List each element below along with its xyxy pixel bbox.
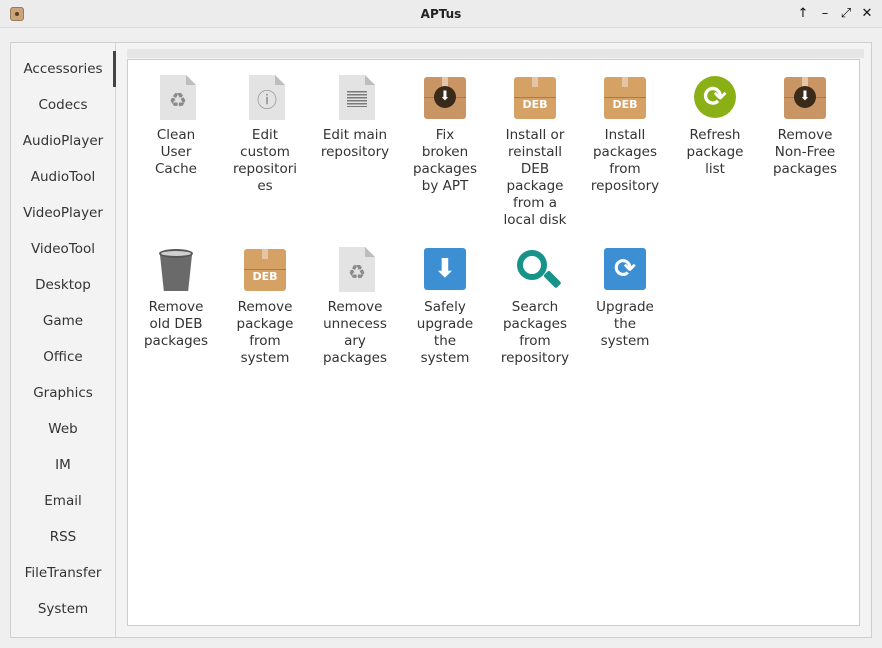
tools-panel: ♻ Clean User Cache ⓘ Edit custom reposit… — [127, 59, 860, 626]
sidebar-item-desktop[interactable]: Desktop — [11, 267, 115, 303]
info-file-icon: ⓘ — [243, 75, 287, 120]
sidebar-item-videoplayer[interactable]: VideoPlayer — [11, 195, 115, 231]
sidebar-item-codecs[interactable]: Codecs — [11, 87, 115, 123]
deb-package-icon: DEB — [243, 247, 287, 291]
sidebar-item-accessories[interactable]: Accessories — [11, 51, 116, 87]
tool-edit-custom-repositories[interactable]: ⓘ Edit custom repositori es — [220, 75, 310, 195]
tool-label: Fix broken packages by APT — [412, 127, 478, 194]
minimize-button[interactable]: – — [815, 4, 835, 24]
tool-remove-non-free[interactable]: ⬇ Remove Non-Free packages — [760, 75, 850, 178]
tool-label: Install packages from repository — [590, 127, 660, 194]
package-download-icon: ⬇ — [423, 75, 467, 119]
deb-package-icon: DEB — [603, 75, 647, 119]
tool-label: Edit main repository — [320, 127, 390, 160]
recycle-file-icon: ♻ — [333, 247, 377, 292]
sidebar-item-im[interactable]: IM — [11, 447, 115, 483]
sidebar-item-graphics[interactable]: Graphics — [11, 375, 115, 411]
maximize-button[interactable]: ⤢ — [836, 4, 856, 24]
tool-clean-user-cache[interactable]: ♻ Clean User Cache — [131, 75, 221, 178]
tool-label: Refresh package list — [686, 127, 744, 177]
sidebar-divider — [115, 43, 116, 637]
download-arrow-icon: ⬇ — [423, 247, 467, 291]
tool-label: Remove old DEB packages — [143, 299, 209, 349]
tool-fix-broken-packages[interactable]: ⬇ Fix broken packages by APT — [400, 75, 490, 195]
sidebar-item-system[interactable]: System — [11, 591, 115, 627]
deb-package-icon: DEB — [513, 75, 557, 119]
tool-install-deb-local[interactable]: DEB Install or reinstall DEB package fro… — [490, 75, 580, 229]
sidebar-item-videotool[interactable]: VideoTool — [11, 231, 115, 267]
tool-remove-unnecessary[interactable]: ♻ Remove unnecess ary packages — [310, 247, 400, 367]
category-sidebar: Accessories Codecs AudioPlayer AudioTool… — [11, 51, 116, 637]
text-file-icon — [333, 75, 377, 120]
tool-upgrade-system[interactable]: ⟳ Upgrade the system — [580, 247, 670, 350]
window-title: APTus — [420, 7, 462, 21]
keep-above-button[interactable]: ↑ — [793, 4, 813, 24]
tool-search-packages[interactable]: Search packages from repository — [490, 247, 580, 367]
sidebar-item-office[interactable]: Office — [11, 339, 115, 375]
sidebar-item-rss[interactable]: RSS — [11, 519, 115, 555]
trash-icon — [154, 247, 198, 291]
tool-safely-upgrade[interactable]: ⬇ Safely upgrade the system — [400, 247, 490, 367]
sync-icon: ⟳ — [603, 247, 647, 291]
sidebar-item-web[interactable]: Web — [11, 411, 115, 447]
close-button[interactable]: ✕ — [857, 4, 877, 24]
tool-label: Search packages from repository — [500, 299, 570, 366]
tool-install-packages-repository[interactable]: DEB Install packages from repository — [580, 75, 670, 195]
search-icon — [513, 247, 562, 291]
tool-label: Edit custom repositori es — [232, 127, 298, 194]
sidebar-item-audioplayer[interactable]: AudioPlayer — [11, 123, 115, 159]
title-bar: APTus ↑ – ⤢ ✕ — [0, 0, 882, 28]
tool-label: Clean User Cache — [155, 127, 197, 177]
package-download-icon: ⬇ — [783, 75, 827, 119]
tool-label: Remove Non-Free packages — [772, 127, 838, 177]
recycle-file-icon: ♻ — [154, 75, 198, 120]
panel-header-strip — [127, 49, 864, 58]
tool-label: Remove package from system — [236, 299, 294, 366]
sidebar-item-filetransfer[interactable]: FileTransfer — [11, 555, 115, 591]
tool-label: Upgrade the system — [596, 299, 654, 349]
sidebar-item-email[interactable]: Email — [11, 483, 115, 519]
tool-refresh-package-list[interactable]: ⟳ Refresh package list — [670, 75, 760, 178]
tool-label: Install or reinstall DEB package from a … — [503, 127, 567, 228]
refresh-icon: ⟳ — [693, 75, 737, 119]
tool-remove-package[interactable]: DEB Remove package from system — [220, 247, 310, 367]
sidebar-item-game[interactable]: Game — [11, 303, 115, 339]
tool-label: Safely upgrade the system — [416, 299, 474, 366]
tool-label: Remove unnecess ary packages — [322, 299, 388, 366]
sidebar-item-audiotool[interactable]: AudioTool — [11, 159, 115, 195]
tool-remove-old-deb[interactable]: Remove old DEB packages — [131, 247, 221, 350]
tool-edit-main-repository[interactable]: Edit main repository — [310, 75, 400, 161]
